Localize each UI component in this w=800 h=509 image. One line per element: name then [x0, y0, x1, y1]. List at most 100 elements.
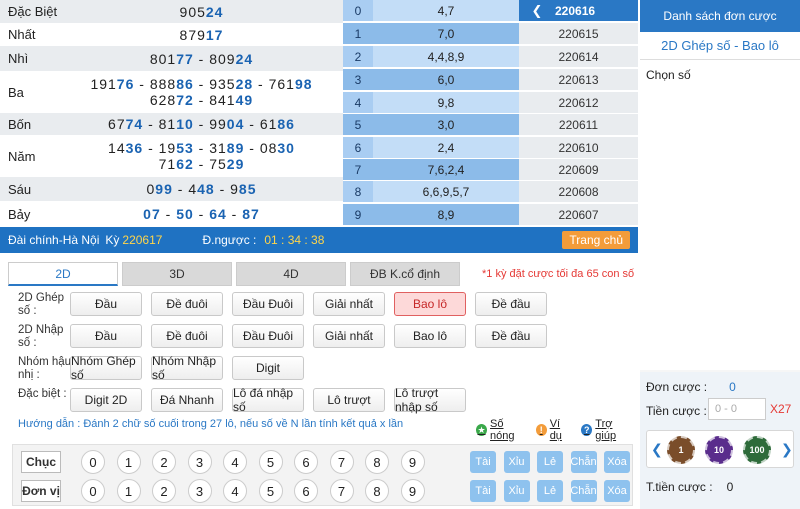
bet-type-button[interactable]: Nhóm Ghép số [70, 354, 142, 382]
bet-type-button[interactable]: Bao lô [394, 324, 466, 348]
quick-select-button[interactable]: Xóa [604, 451, 630, 473]
number-line: 62872 - 84149 [150, 92, 253, 108]
bet-slip-panel: Danh sách đơn cược 2D Ghép số - Bao lô C… [640, 0, 800, 509]
chip-100[interactable]: 100 [743, 436, 771, 464]
quick-select-button[interactable]: Chẵn [570, 480, 597, 502]
bet-type-button[interactable]: Đề đuôi [151, 292, 223, 316]
bet-amount-input[interactable]: 0 - 0 [708, 398, 766, 420]
period-item[interactable]: 220607 [519, 204, 638, 226]
tens-row: Chục 0 1 2 3 4 5 6 7 8 9 Tài Xỉu Lẻ Chẵn Xóa [13, 449, 634, 479]
quick-select-button[interactable]: Chẵn [570, 451, 597, 473]
example-label: Ví dụ [549, 418, 562, 442]
chevron-right-icon[interactable]: ❯ [781, 441, 793, 458]
prize-label: Năm [8, 148, 36, 164]
home-button[interactable]: Trang chủ [562, 231, 630, 249]
digit-button[interactable]: 2 [152, 479, 176, 503]
tab-2d[interactable]: 2D [8, 262, 118, 286]
prize-label: Sáu [8, 181, 32, 197]
digit-button[interactable]: 1 [116, 450, 141, 474]
help-icon: ? [581, 424, 593, 436]
digit-button[interactable]: 3 [187, 450, 212, 474]
chevron-left-icon[interactable]: ❮ [519, 3, 555, 19]
number-head: - [193, 206, 210, 222]
period-item[interactable]: 220611 [519, 114, 638, 136]
digit-button[interactable]: 4 [223, 479, 247, 503]
digit-button[interactable]: 6 [294, 479, 318, 503]
digit-button[interactable]: 0 [81, 450, 105, 474]
digit-button[interactable]: 8 [365, 450, 389, 474]
quick-select-button[interactable]: Xóa [604, 480, 630, 502]
period-item[interactable]: 220612 [519, 92, 638, 114]
digit-button[interactable]: 6 [294, 450, 318, 474]
chip-10[interactable]: 10 [705, 436, 733, 464]
quick-select-button[interactable]: Lẻ [537, 451, 563, 473]
bet-type-button[interactable]: Digit 2D [70, 388, 142, 412]
bet-type-button[interactable]: Giải nhất [313, 324, 385, 348]
bet-type-button[interactable]: Digit [232, 356, 304, 380]
quick-select-button[interactable]: Xỉu [503, 451, 530, 473]
period-item[interactable]: 220608 [519, 181, 638, 203]
betting-area: 2D 3D 4D ĐB K.cổ định *1 kỳ đặt cược tối… [6, 258, 634, 509]
head-digit-values: 6,6,9,5,7 [373, 181, 519, 202]
bet-type-button[interactable]: Giải nhất [313, 292, 385, 316]
head-digit-values: 6,0 [373, 69, 519, 90]
current-period[interactable]: ❮ 220616 [519, 0, 638, 22]
digit-position-label[interactable]: Đơn vị [21, 480, 61, 502]
period-item[interactable]: 220614 [519, 46, 638, 68]
digit-button[interactable]: 3 [187, 479, 212, 503]
bet-type-button[interactable]: Nhóm Nhập số [151, 354, 223, 382]
head-digit-row: 1 7,0 [343, 23, 519, 45]
bet-type-button[interactable]: Đề đầu [475, 292, 547, 316]
bet-type-button[interactable]: Đá Nhanh [151, 388, 223, 412]
digit-button[interactable]: 9 [400, 450, 425, 474]
star-icon: ★ [476, 424, 488, 436]
quick-select-button[interactable]: Lẻ [537, 480, 563, 502]
number-tail: 28 [235, 76, 254, 92]
period-number: 220610 [558, 140, 599, 155]
digit-button[interactable]: 9 [400, 479, 425, 503]
chip-1[interactable]: 1 [667, 436, 695, 464]
number-head: 628 [149, 92, 177, 108]
tab-special-fixed[interactable]: ĐB K.cổ định [350, 262, 460, 286]
hot-numbers-link[interactable]: ★ Số nóng [476, 418, 528, 442]
period-item[interactable]: 220609 [519, 159, 638, 181]
digit-button[interactable]: 5 [258, 479, 283, 503]
bet-type-button[interactable]: Đầu [70, 292, 142, 316]
digit-button[interactable]: 7 [329, 450, 354, 474]
period-item[interactable]: 220615 [519, 23, 638, 45]
digit-button[interactable]: 0 [81, 479, 105, 503]
bet-type-button[interactable]: Lô trượt [313, 388, 385, 412]
digit-button[interactable]: 7 [329, 479, 354, 503]
digit-button[interactable]: 2 [152, 450, 176, 474]
quick-select-button[interactable]: Tài [470, 480, 496, 502]
bet-type-button[interactable]: Lô đá nhập số [232, 386, 304, 414]
quick-select-button[interactable]: Xỉu [503, 480, 530, 502]
period-item[interactable]: 220613 [519, 69, 638, 91]
number-tail: 17 [205, 26, 224, 43]
digit-button[interactable]: 5 [258, 450, 283, 474]
head-digit-index: 1 [343, 23, 373, 44]
chevron-left-icon[interactable]: ❮ [651, 441, 663, 458]
head-digit-index: 2 [343, 46, 373, 67]
bet-type-button[interactable]: Đầu Đuôi [232, 324, 304, 348]
bet-type-button[interactable]: Đầu [70, 324, 142, 348]
bet-type-button[interactable]: Bao lô [394, 292, 466, 316]
digit-button[interactable]: 8 [365, 479, 389, 503]
bet-slip-header: Danh sách đơn cược [640, 0, 800, 32]
bet-type-button[interactable]: Đề đầu [475, 324, 547, 348]
digit-position-label[interactable]: Chục [21, 451, 61, 473]
prize-numbers: 6774 - 8110 - 9904 - 6186 [60, 113, 343, 135]
number-head: 71 [158, 156, 177, 172]
number-head: - 4 [172, 181, 198, 197]
quick-select-button[interactable]: Tài [470, 451, 496, 473]
bet-type-button[interactable]: Đề đuôi [151, 324, 223, 348]
tab-3d[interactable]: 3D [122, 262, 232, 286]
period-item[interactable]: 220610 [519, 137, 638, 159]
help-link[interactable]: ? Trợ giúp [581, 418, 633, 442]
example-link[interactable]: ! Ví dụ [535, 418, 574, 442]
tab-4d[interactable]: 4D [236, 262, 346, 286]
digit-button[interactable]: 4 [223, 450, 247, 474]
bet-type-button[interactable]: Đầu Đuôi [232, 292, 304, 316]
digit-button[interactable]: 1 [116, 479, 141, 503]
bet-type-button[interactable]: Lô trượt nhập số [394, 386, 466, 414]
